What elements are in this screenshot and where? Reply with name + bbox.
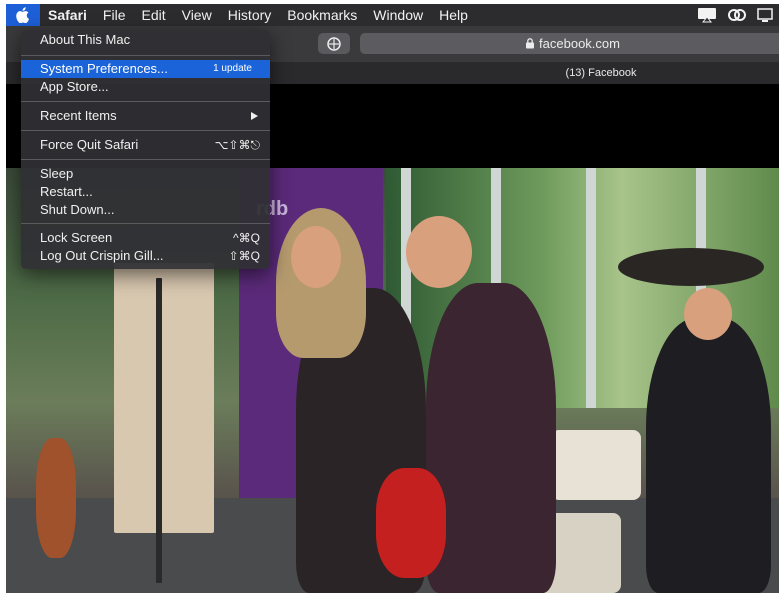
menu-history[interactable]: History [220,4,280,26]
shield-icon [327,36,341,51]
menu-item-label: Sleep [40,166,74,181]
menu-item-label: Recent Items [40,108,117,123]
window-frame [586,168,596,408]
menu-separator [21,223,270,224]
update-badge: 1 update [213,63,252,74]
menu-item-force-quit[interactable]: Force Quit Safari ⌥⇧⌘⎋ [21,136,270,154]
guitarist-right-head [406,216,472,288]
menu-item-label: Lock Screen [40,230,113,245]
menu-separator [21,159,270,160]
menu-item-label: System Preferences... [40,61,168,76]
menu-item-label: Log Out Crispin Gill... [40,248,164,263]
status-icons [697,7,779,23]
tab-facebook[interactable]: (13) Facebook [526,62,676,84]
airplay-icon[interactable] [697,7,717,23]
lock-icon [526,38,535,49]
guitarist-right [426,283,556,593]
snare-drum [551,430,641,500]
creative-cloud-icon[interactable] [727,7,747,23]
apple-menu-button[interactable] [6,4,40,26]
cymbal [618,248,764,286]
screen: Safari File Edit View History Bookmarks … [6,4,779,593]
mic-stand [156,278,162,583]
apple-icon [16,7,30,23]
menu-item-app-store[interactable]: App Store... [21,78,270,96]
menu-item-lock-screen[interactable]: Lock Screen ^⌘Q [21,229,270,247]
menu-item-label: About This Mac [40,32,131,47]
menu-window[interactable]: Window [365,4,431,26]
address-bar[interactable]: facebook.com [360,33,779,54]
url-text: facebook.com [539,36,620,51]
menu-file[interactable]: File [95,4,134,26]
menu-item-system-preferences[interactable]: System Preferences... 1 update [21,60,270,78]
shortcut-label: ⇧⌘Q [228,249,260,263]
display-icon[interactable] [757,7,773,23]
shortcut-label: ⌥⇧⌘⎋ [214,138,260,152]
menu-item-log-out[interactable]: Log Out Crispin Gill... ⇧⌘Q [21,247,270,265]
menu-item-shut-down[interactable]: Shut Down... [21,201,270,219]
menu-safari[interactable]: Safari [40,4,95,26]
shortcut-label: ^⌘Q [233,231,260,245]
submenu-arrow-icon [251,112,258,120]
wooden-pillar [114,263,214,533]
menu-bookmarks[interactable]: Bookmarks [279,4,365,26]
privacy-report-button[interactable] [318,33,350,54]
menu-item-restart[interactable]: Restart... [21,183,270,201]
menu-item-label: App Store... [40,79,109,94]
apple-menu-dropdown: About This Mac System Preferences... 1 u… [21,30,270,269]
menu-separator [21,101,270,102]
drummer [646,318,771,593]
menu-item-recent-items[interactable]: Recent Items [21,107,270,125]
menu-item-label: Restart... [40,184,93,199]
guitar-on-stand [36,438,76,558]
guitarist-left-head [291,226,341,288]
menu-item-label: Shut Down... [40,202,115,217]
red-guitar [376,468,446,578]
menu-view[interactable]: View [174,4,220,26]
menu-help[interactable]: Help [431,4,476,26]
menu-item-label: Force Quit Safari [40,137,139,152]
menu-item-sleep[interactable]: Sleep [21,165,270,183]
menu-edit[interactable]: Edit [133,4,173,26]
menu-separator [21,130,270,131]
menu-bar: Safari File Edit View History Bookmarks … [6,4,779,26]
menu-item-about-this-mac[interactable]: About This Mac [21,31,270,49]
drummer-head [684,288,732,340]
menu-separator [21,55,270,56]
